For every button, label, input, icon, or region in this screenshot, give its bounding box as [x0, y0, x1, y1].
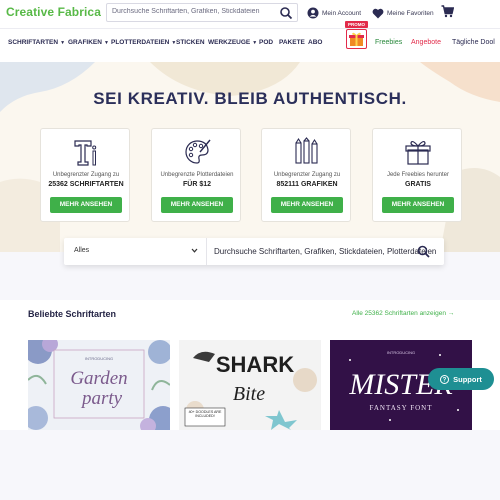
font-card-shark-bite[interactable]: SHARK Bite 40+ DOODLES ARE INCLUDED! [179, 340, 321, 430]
more-button[interactable]: MEHR ANSEHEN [382, 197, 454, 213]
gift-icon [405, 140, 431, 165]
logo[interactable]: Creative Fabrica [6, 5, 101, 19]
feature-card-graphics: Unbegrenzter Zugang zu 852111 GRAFIKEN M… [261, 128, 351, 222]
card-line2: 25362 SCHRIFTARTEN [48, 181, 124, 188]
main-search[interactable]: Alles Durchsuche Schriftarten, Grafiken,… [64, 238, 444, 265]
caret-down-icon: ▼ [60, 40, 66, 46]
favorites-label: Meine Favoriten [387, 9, 434, 17]
category-select[interactable]: Alles [74, 247, 89, 254]
font-card-line2: party [80, 388, 123, 409]
account-label: Mein Account [322, 9, 362, 17]
nav-item-schriftarten[interactable]: SCHRIFTARTEN ▼ [8, 39, 65, 46]
card-line2: 852111 GRAFIKEN [276, 181, 338, 188]
more-button[interactable]: MEHR ANSEHEN [271, 197, 343, 213]
caret-down-icon: ▼ [252, 40, 258, 46]
nav-label: PAKETE [279, 39, 305, 46]
nav-item-sticken[interactable]: STICKEN [176, 39, 205, 46]
more-button[interactable]: MEHR ANSEHEN [50, 197, 122, 213]
promo-box [346, 29, 367, 49]
nav-label: SCHRIFTARTEN [8, 39, 59, 46]
feature-card-freebies: Jede Freebies herunter GRATIS MEHR ANSEH… [372, 128, 462, 222]
pencils-icon [295, 137, 318, 164]
font-card-line1: SHARK [216, 352, 294, 377]
support-button[interactable]: ? Support [428, 368, 494, 390]
promo-button[interactable]: PROMO [345, 21, 368, 53]
palette-icon [185, 139, 211, 164]
top-bar: Creative Fabrica Durchsuche Schriftarten… [0, 0, 500, 28]
font-card-line2: Bite [233, 383, 265, 405]
nav-label: PLOTTERDATEIEN [111, 39, 170, 46]
support-label: Support [453, 374, 482, 384]
search-icon[interactable] [279, 6, 293, 20]
account-link[interactable]: Mein Account [307, 6, 361, 20]
card-line1: Unbegrenzter Zugang zu [52, 172, 120, 178]
gift-box-icon [349, 32, 364, 46]
font-card-line1: Garden [70, 368, 127, 389]
user-icon [307, 7, 319, 19]
font-card-intro: INTRODUCING [85, 356, 113, 361]
card-line1: Jede Freebies herunter [386, 172, 450, 178]
shark-bite-preview: SHARK Bite 40+ DOODLES ARE INCLUDED! [179, 340, 321, 430]
nav-item-grafiken[interactable]: GRAFIKEN ▼ [68, 39, 109, 46]
main-search-placeholder[interactable]: Durchsuche Schriftarten, Grafiken, Stick… [214, 247, 436, 256]
search-icon[interactable] [417, 245, 430, 258]
promo-tag: PROMO [345, 21, 368, 28]
header-search-input[interactable]: Durchsuche Schriftarten, Grafiken, Stick… [106, 3, 298, 22]
nav-item-plotterdateien[interactable]: PLOTTERDATEIEN ▼ [111, 39, 176, 46]
card-line1: Unbegrenzte Plotterdateien [160, 172, 234, 178]
nav-label: STICKEN [176, 39, 205, 46]
font-card-garden-party[interactable]: INTRODUCING Garden party [28, 340, 170, 430]
more-button[interactable]: MEHR ANSEHEN [161, 197, 233, 213]
heart-icon [372, 8, 384, 18]
card-line2: GRATIS [405, 181, 431, 188]
section-title: Beliebte Schriftarten [28, 309, 117, 319]
nav-item-abo[interactable]: ABO [308, 39, 322, 46]
search-separator [206, 238, 207, 265]
chevron-down-icon[interactable] [191, 247, 198, 254]
card-line1: Unbegrenzter Zugang zu [273, 172, 341, 178]
font-card-line2: FANTASY FONT [370, 404, 433, 412]
card-line2: FÜR $12 [182, 181, 211, 188]
svg-text:?: ? [443, 377, 447, 383]
angebote-link[interactable]: Angebote [411, 39, 441, 46]
nav-item-pakete[interactable]: PAKETE [279, 39, 305, 46]
daily-deals-link[interactable]: Tägliche Dool [452, 39, 495, 46]
garden-party-preview: INTRODUCING Garden party [28, 340, 170, 430]
nav-item-pod[interactable]: POD [259, 39, 273, 46]
view-all-fonts-link[interactable]: Alle 25362 Schriftarten anzeigen → [352, 310, 454, 317]
caret-down-icon: ▼ [103, 40, 109, 46]
hero-title: SEI KREATIV. BLEIB AUTHENTISCH. [93, 89, 407, 108]
nav-label: GRAFIKEN [68, 39, 102, 46]
cart-icon[interactable] [441, 5, 454, 18]
help-icon: ? [440, 374, 450, 384]
feature-card-plotter: Unbegrenzte Plotterdateien FÜR $12 MEHR … [151, 128, 241, 222]
font-card-badge: 40+ DOODLES ARE INCLUDED! [188, 410, 222, 419]
font-icon [74, 140, 97, 166]
header-search-placeholder: Durchsuche Schriftarten, Grafiken, Stick… [112, 8, 260, 15]
favorites-link[interactable]: Meine Favoriten [372, 6, 434, 20]
header-divider [0, 28, 500, 29]
feature-card-fonts: Unbegrenzter Zugang zu 25362 SCHRIFTARTE… [40, 128, 130, 222]
nav-label: POD [259, 39, 274, 46]
nav-label: WERKZEUGE [208, 39, 251, 46]
nav-label: ABO [308, 39, 323, 46]
font-card-intro: INTRODUCING [387, 350, 415, 355]
nav-item-werkzeuge[interactable]: WERKZEUGE ▼ [208, 39, 257, 46]
freebies-link[interactable]: Freebies [375, 39, 402, 46]
